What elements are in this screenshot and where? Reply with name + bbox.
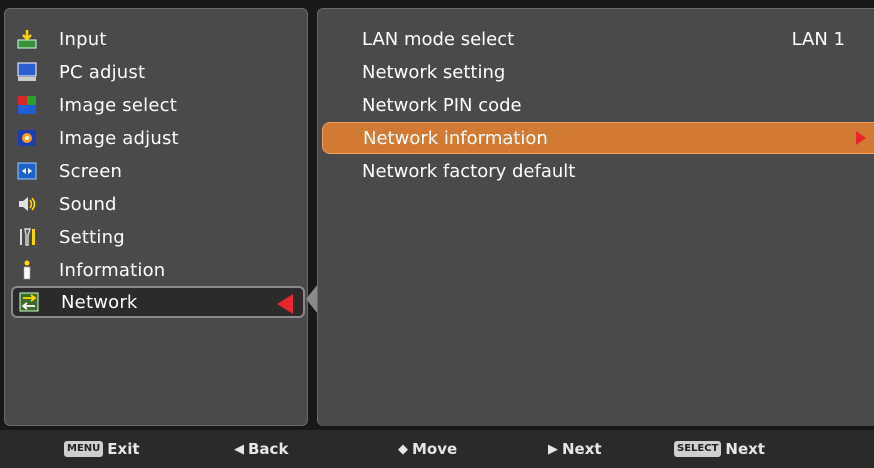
submenu-item-network-information[interactable]: Network information bbox=[322, 122, 874, 154]
sound-icon bbox=[15, 192, 39, 216]
hint-exit: MENU Exit bbox=[64, 440, 140, 458]
menu-item-label: Information bbox=[59, 259, 166, 281]
menu-item-network[interactable]: Network bbox=[11, 286, 305, 318]
submenu-item-network-setting[interactable]: Network setting bbox=[322, 56, 874, 88]
menu-item-sound[interactable]: Sound bbox=[11, 188, 305, 220]
pc-adjust-icon bbox=[15, 60, 39, 84]
menu-item-screen[interactable]: Screen bbox=[11, 155, 305, 187]
hint-label: Next bbox=[725, 440, 765, 458]
move-arrows-icon: ◆ bbox=[398, 441, 408, 457]
submenu-item-label: LAN mode select bbox=[362, 28, 515, 50]
menu-item-pc-adjust[interactable]: PC adjust bbox=[11, 56, 305, 88]
menu-item-label: PC adjust bbox=[59, 61, 146, 83]
hint-label: Move bbox=[412, 440, 458, 458]
next-arrow-icon: ▶ bbox=[548, 441, 558, 457]
hint-next: ▶ Next bbox=[548, 440, 602, 458]
help-bar: MENU Exit ◀ Back ◆ Move ▶ Next SELECT Ne… bbox=[0, 430, 874, 468]
hint-label: Back bbox=[248, 440, 289, 458]
next-arrow-icon bbox=[856, 131, 866, 145]
menu-item-image-adjust[interactable]: Image adjust bbox=[11, 122, 305, 154]
input-icon bbox=[15, 27, 39, 51]
submenu-item-label: Network setting bbox=[362, 61, 506, 83]
menu-item-setting[interactable]: Setting bbox=[11, 221, 305, 253]
submenu-item-label: Network information bbox=[363, 127, 548, 149]
select-key-icon: SELECT bbox=[674, 441, 722, 457]
submenu-item-network-factory-default[interactable]: Network factory default bbox=[322, 155, 874, 187]
menu-item-input[interactable]: Input bbox=[11, 23, 305, 55]
submenu-item-label: Network PIN code bbox=[362, 94, 522, 116]
menu-item-label: Image select bbox=[59, 94, 177, 116]
selected-arrow-icon bbox=[277, 294, 293, 314]
image-adjust-icon bbox=[15, 126, 39, 150]
setting-icon bbox=[15, 225, 39, 249]
hint-move: ◆ Move bbox=[398, 440, 457, 458]
menu-item-label: Screen bbox=[59, 160, 123, 182]
menu-item-label: Network bbox=[61, 291, 138, 313]
submenu-item-lan-mode-select[interactable]: LAN mode select LAN 1 bbox=[322, 23, 874, 55]
hint-label: Exit bbox=[107, 440, 140, 458]
lan-mode-value: LAN 1 bbox=[791, 28, 845, 50]
hint-label: Next bbox=[562, 440, 602, 458]
network-icon bbox=[17, 290, 41, 314]
menu-item-image-select[interactable]: Image select bbox=[11, 89, 305, 121]
menu-item-label: Input bbox=[59, 28, 107, 50]
osd-menu-frame: Input PC adjust Image select Image adjus… bbox=[0, 0, 874, 430]
menu-key-icon: MENU bbox=[64, 441, 104, 457]
main-menu-panel: Input PC adjust Image select Image adjus… bbox=[4, 8, 308, 426]
screen-icon bbox=[15, 159, 39, 183]
back-arrow-icon: ◀ bbox=[234, 441, 244, 457]
submenu-item-label: Network factory default bbox=[362, 160, 576, 182]
menu-item-label: Setting bbox=[59, 226, 125, 248]
submenu-panel: LAN mode select LAN 1 Network setting Ne… bbox=[317, 8, 874, 426]
menu-item-label: Sound bbox=[59, 193, 117, 215]
hint-back: ◀ Back bbox=[234, 440, 288, 458]
menu-item-label: Image adjust bbox=[59, 127, 179, 149]
image-select-icon bbox=[15, 93, 39, 117]
hint-select-next: SELECT Next bbox=[674, 440, 765, 458]
menu-item-information[interactable]: Information bbox=[11, 254, 305, 286]
submenu-item-network-pin-code[interactable]: Network PIN code bbox=[322, 89, 874, 121]
information-icon bbox=[15, 258, 39, 282]
